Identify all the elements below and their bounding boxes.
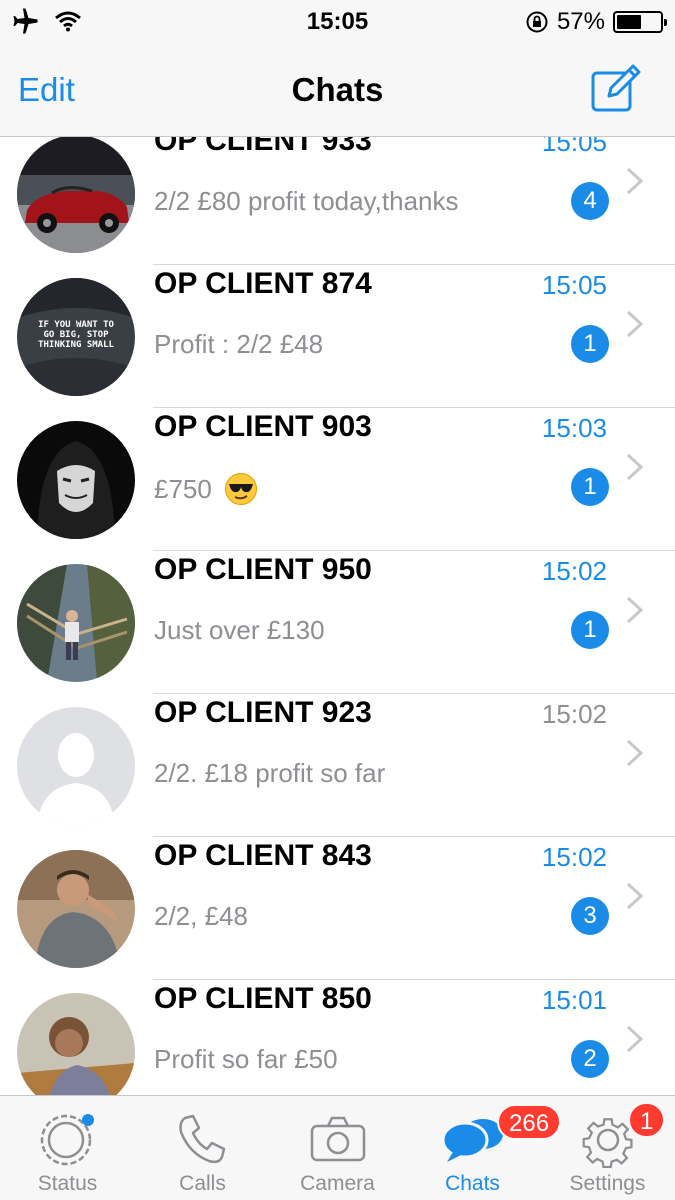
message-preview: 2/2 £80 profit today,thanks	[154, 186, 459, 217]
chat-row[interactable]: OP CLIENT 933 15:05 2/2 £80 profit today…	[0, 137, 675, 265]
chevron-right-icon	[626, 310, 644, 338]
message-preview-text: Profit : 2/2 £48	[154, 329, 324, 359]
phone-icon	[179, 1114, 226, 1164]
contact-name: OP CLIENT 950	[154, 553, 372, 586]
status-bar: 15:05 57%	[0, 0, 675, 46]
message-time: 15:02	[541, 699, 607, 729]
avatar[interactable]	[17, 850, 135, 968]
contact-name: OP CLIENT 933	[154, 137, 372, 157]
chat-row[interactable]: OP CLIENT 850 15:01 Profit so far £50 2	[0, 980, 675, 1095]
red-convertible-car-photo	[17, 137, 135, 253]
avatar[interactable]	[17, 137, 135, 253]
message-preview-text: 2/2. £18 profit so far	[154, 758, 386, 788]
status-icon	[40, 1114, 94, 1166]
unread-badge: 2	[571, 1040, 609, 1078]
tab-label: Calls	[179, 1172, 226, 1195]
contact-name: OP CLIENT 843	[154, 839, 372, 872]
unread-badge: 3	[571, 897, 609, 935]
battery-icon	[613, 11, 667, 33]
message-preview-text: 2/2, £48	[154, 901, 248, 931]
chat-row[interactable]: OP CLIENT 903 15:03 £750 1	[0, 408, 675, 551]
avatar[interactable]: IF YOU WANT TO GO BIG, STOP THINKING SMA…	[17, 278, 135, 396]
settings-badge: 1	[628, 1102, 666, 1138]
tab-calls[interactable]: Calls	[135, 1096, 270, 1200]
unread-badge: 1	[571, 325, 609, 363]
avatar[interactable]	[17, 993, 135, 1095]
contact-name: OP CLIENT 923	[154, 696, 372, 729]
message-preview: 2/2, £48	[154, 901, 248, 932]
message-time: 15:05	[541, 270, 607, 300]
avatar[interactable]	[17, 421, 135, 539]
message-preview-text: £750	[154, 473, 212, 504]
contact-name: OP CLIENT 903	[154, 410, 372, 443]
navigation-bar: Edit Chats	[0, 46, 675, 137]
chevron-right-icon	[626, 167, 644, 195]
tab-camera[interactable]: Camera	[270, 1096, 405, 1200]
avatar[interactable]	[17, 564, 135, 682]
message-time: 15:03	[541, 413, 607, 443]
message-preview-text: Just over £130	[154, 615, 325, 645]
man-on-phone-photo	[17, 850, 135, 968]
unread-badge: 1	[571, 468, 609, 506]
message-preview: Profit so far £50	[154, 1044, 338, 1075]
chat-list[interactable]: OP CLIENT 933 15:05 2/2 £80 profit today…	[0, 137, 675, 1095]
battery-percent: 57%	[556, 8, 605, 35]
message-time: 15:01	[541, 985, 607, 1015]
chat-row[interactable]: OP CLIENT 843 15:02 2/2, £48 3	[0, 837, 675, 980]
contact-name: OP CLIENT 850	[154, 982, 372, 1015]
chat-row[interactable]: OP CLIENT 950 15:02 Just over £130 1	[0, 551, 675, 694]
chevron-right-icon	[626, 453, 644, 481]
chat-bubbles-icon	[441, 1119, 503, 1162]
chevron-right-icon	[626, 1025, 644, 1053]
page-title: Chats	[291, 71, 384, 108]
chat-row[interactable]: OP CLIENT 923 15:02 2/2. £18 profit so f…	[0, 694, 675, 837]
tab-label: Camera	[300, 1172, 375, 1195]
message-preview: £750	[154, 472, 258, 506]
default-person-silhouette	[17, 707, 135, 825]
camera-icon	[310, 1116, 366, 1162]
battery-level-fill	[617, 15, 641, 29]
unread-badge: 4	[571, 182, 609, 220]
rope-bridge-photo	[17, 564, 135, 682]
tab-label: Settings	[569, 1172, 646, 1195]
tab-settings[interactable]: Settings 1	[540, 1096, 675, 1200]
unread-badge: 1	[571, 611, 609, 649]
chevron-right-icon	[626, 882, 644, 910]
message-preview: Just over £130	[154, 615, 325, 646]
sunglasses-emoji	[224, 473, 257, 505]
tab-chats[interactable]: Chats 266	[405, 1096, 562, 1200]
message-time: 15:02	[541, 556, 607, 586]
message-preview-text: Profit so far £50	[154, 1044, 338, 1074]
tab-bar: Status Calls Camera Chats 266 Settings 1	[0, 1095, 675, 1200]
contact-name: OP CLIENT 874	[154, 267, 372, 300]
chevron-right-icon	[626, 596, 644, 624]
tab-label: Status	[37, 1172, 98, 1195]
chevron-right-icon	[626, 739, 644, 767]
chat-row[interactable]: IF YOU WANT TO GO BIG, STOP THINKING SMA…	[0, 265, 675, 408]
message-preview: 2/2. £18 profit so far	[154, 758, 385, 789]
message-preview: Profit : 2/2 £48	[154, 329, 323, 360]
tab-label: Chats	[445, 1172, 500, 1195]
rotation-lock-icon	[526, 11, 548, 33]
message-time: 15:05	[541, 137, 607, 157]
avatar-quote-text: IF YOU WANT TO GO BIG, STOP THINKING SMA…	[38, 320, 114, 350]
child-at-table-photo	[17, 993, 135, 1095]
compose-icon[interactable]	[591, 64, 641, 112]
message-preview-text: 2/2 £80 profit today,thanks	[154, 186, 459, 216]
avatar[interactable]	[17, 707, 135, 825]
tab-status[interactable]: Status	[0, 1096, 135, 1200]
message-time: 15:02	[541, 842, 607, 872]
hooded-mask-photo	[17, 421, 135, 539]
